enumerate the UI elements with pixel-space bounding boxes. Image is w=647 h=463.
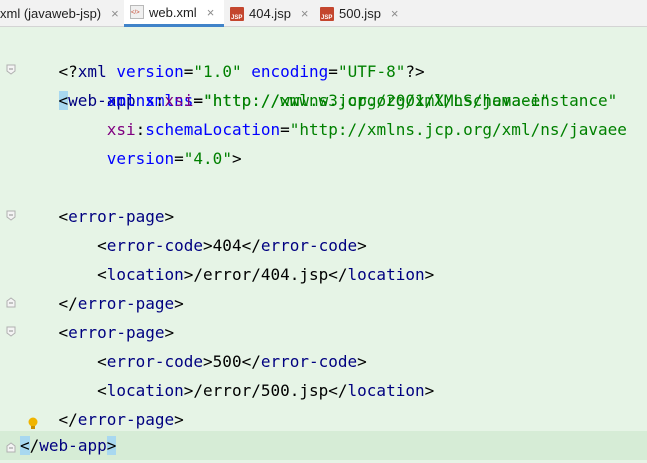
fold-marker-icon[interactable] xyxy=(6,442,16,453)
code-line-15: </web-app> xyxy=(20,436,117,455)
token: > xyxy=(231,149,242,168)
code-line-4: xsi:schemaLocation="http://xmlns.jcp.org… xyxy=(20,115,627,144)
fold-marker-icon[interactable] xyxy=(6,326,16,337)
tab-label: xml (javaweb-jsp) xyxy=(0,6,102,21)
token: "http://xmlns.jcp.org/xml/ns/javaee xyxy=(289,120,627,139)
token: web-app xyxy=(39,436,107,455)
tab-label: 404.jsp xyxy=(249,6,291,21)
code-line-1: <?xml version="1.0" encoding="UTF-8"?> xyxy=(58,62,425,81)
token: error-code xyxy=(260,352,358,371)
token: error-page xyxy=(68,207,165,226)
fold-marker-icon[interactable] xyxy=(6,64,16,75)
token: schemaLocation xyxy=(145,120,281,139)
token: /error/500.jsp xyxy=(193,381,329,400)
tab-404-jsp[interactable]: JSP 404.jsp × xyxy=(226,0,316,27)
token: 404 xyxy=(212,236,242,255)
code-line-7: <error-page> xyxy=(20,207,175,226)
code-line-14: </error-page> xyxy=(20,410,184,429)
xml-file-icon xyxy=(130,5,144,19)
token: error-code xyxy=(260,236,358,255)
code-line-9: <location>/error/404.jsp</location> xyxy=(20,265,435,284)
fold-marker-icon[interactable] xyxy=(6,297,16,308)
token: error-page xyxy=(77,294,175,313)
tab-500-jsp[interactable]: JSP 500.jsp × xyxy=(316,0,406,27)
token: location xyxy=(106,381,184,400)
code-line-5: version="4.0"> xyxy=(20,144,242,173)
editor-tab-bar: xml (javaweb-jsp) × web.xml × JSP 404.js… xyxy=(0,0,647,27)
editor-gutter xyxy=(0,27,18,463)
tab-web-xml[interactable]: web.xml × xyxy=(124,0,224,27)
token: = xyxy=(193,91,204,110)
token: error-page xyxy=(77,410,175,429)
fold-marker-icon[interactable] xyxy=(6,210,16,221)
token: xsi xyxy=(164,91,194,110)
token: "4.0" xyxy=(183,149,232,168)
token: error-page xyxy=(68,323,165,342)
token: xmlns xyxy=(106,91,155,110)
jsp-badge-text: JSP xyxy=(321,14,333,21)
token: 500 xyxy=(212,352,242,371)
token: "http://www.w3.org/2001/XMLSchema-instan… xyxy=(203,91,618,110)
token: version xyxy=(106,149,175,168)
code-line-3: xmlns:xsi="http://www.w3.org/2001/XMLSch… xyxy=(20,86,618,115)
tab-xml-javaweb-jsp[interactable]: xml (javaweb-jsp) × xyxy=(0,0,120,27)
token: location xyxy=(347,381,425,400)
close-icon[interactable]: × xyxy=(207,5,215,20)
token: error-code xyxy=(106,352,204,371)
tab-label: web.xml xyxy=(149,4,197,20)
tab-label: 500.jsp xyxy=(339,6,381,21)
token: = xyxy=(280,120,290,139)
code-line-2: <web-app xmlns="http://xmlns.jcp.org/xml… xyxy=(20,57,550,110)
token: = xyxy=(174,149,184,168)
code-line-11: <error-page> xyxy=(20,323,175,342)
close-icon[interactable]: × xyxy=(391,6,399,21)
code-line-13: <location>/error/500.jsp</location> xyxy=(20,381,435,400)
jsp-file-icon: JSP xyxy=(230,6,244,21)
token: error-code xyxy=(106,236,204,255)
code-line-12: <error-code>500</error-code> xyxy=(20,352,367,371)
code-line-10: </error-page> xyxy=(20,294,184,313)
close-icon[interactable]: × xyxy=(111,6,119,21)
token: : xyxy=(154,91,165,110)
token: : xyxy=(135,120,146,139)
token: /error/404.jsp xyxy=(193,265,329,284)
token: location xyxy=(347,265,425,284)
jsp-badge-text: JSP xyxy=(231,14,243,21)
token: location xyxy=(106,265,184,284)
token: xsi xyxy=(106,120,136,139)
code-editor[interactable]: <?xml version="1.0" encoding="UTF-8"?> <… xyxy=(0,27,647,463)
code-line-8: <error-code>404</error-code> xyxy=(20,236,367,255)
jsp-file-icon: JSP xyxy=(320,6,334,21)
close-icon[interactable]: × xyxy=(301,6,309,21)
